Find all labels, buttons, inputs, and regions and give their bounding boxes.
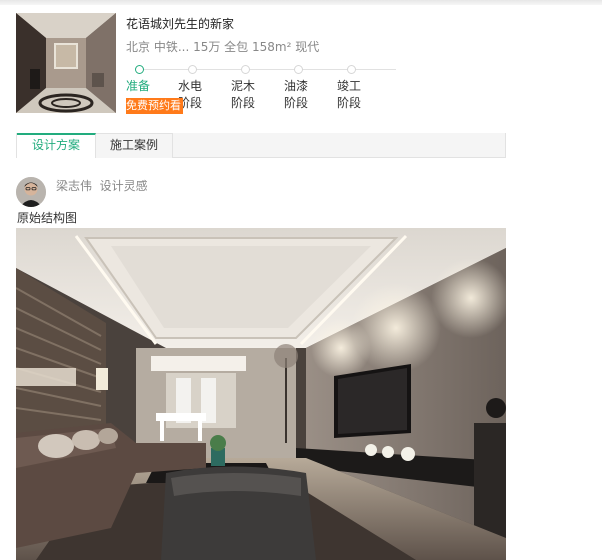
stage-progress: 准备 水电 阶段 泥木 阶段 油漆 阶段 竣工 阶段 免费预约看 [126, 60, 396, 114]
stage-complete[interactable]: 竣工 阶段 [337, 78, 361, 112]
top-bar [0, 0, 602, 5]
free-appointment-button[interactable]: 免费预约看 [126, 98, 183, 114]
project-thumbnail[interactable] [16, 13, 116, 113]
author-line: 梁志伟 设计灵感 [56, 177, 148, 194]
author-name[interactable]: 梁志伟 [56, 179, 92, 193]
stage-dot-painting [294, 65, 303, 74]
stage-dot-complete [347, 65, 356, 74]
stage-carpentry[interactable]: 泥木 阶段 [231, 78, 255, 112]
author-tag: 设计灵感 [99, 179, 148, 193]
living-room-render[interactable] [16, 228, 506, 560]
tab-bar: 设计方案 施工案例 [16, 133, 506, 158]
stage-dot-prepare [135, 65, 144, 74]
project-title[interactable]: 花语城刘先生的新家 [126, 15, 234, 32]
living-room-image [16, 228, 506, 560]
project-meta: 北京 中铁... 15万 全包 158m² 现代 [126, 40, 320, 54]
stage-dot-carpentry [241, 65, 250, 74]
stage-painting[interactable]: 油漆 阶段 [284, 78, 308, 112]
tab-construction-cases[interactable]: 施工案例 [96, 133, 173, 158]
stage-track [136, 69, 396, 70]
avatar-image [16, 177, 46, 207]
hallway-image [16, 13, 116, 113]
stage-dot-plumbing [188, 65, 197, 74]
avatar[interactable] [16, 177, 46, 207]
stage-prepare[interactable]: 准备 [126, 78, 150, 95]
section-label: 原始结构图 [17, 211, 78, 225]
tab-design-plan[interactable]: 设计方案 [17, 133, 96, 158]
